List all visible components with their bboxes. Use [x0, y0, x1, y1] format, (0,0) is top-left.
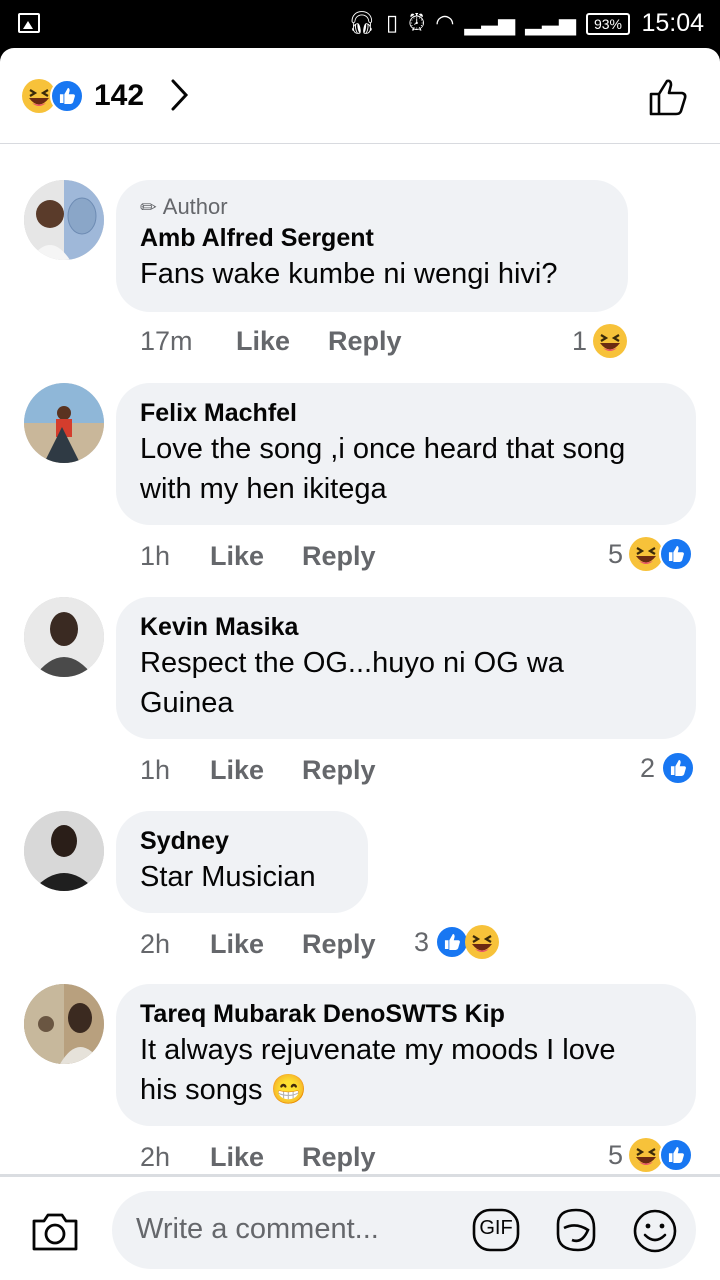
comment-reactions[interactable]: 5	[608, 1138, 694, 1172]
avatar[interactable]	[24, 811, 104, 891]
haha-reaction-icon	[629, 537, 664, 571]
reaction-count: 5	[608, 538, 624, 569]
comment-time[interactable]: 2h	[140, 929, 210, 960]
reply-button[interactable]: Reply	[302, 1142, 412, 1173]
haha-reaction-icon	[593, 324, 628, 358]
comment-text: Love the song ,i once heard that song	[140, 433, 626, 465]
comment-text: his songs 😁	[140, 1074, 307, 1106]
comment-text: It always rejuvenate my moods I love	[140, 1034, 616, 1066]
comment-bubble[interactable]: Felix Machfel Love the song ,i once hear…	[116, 383, 696, 525]
like-button[interactable]: Like	[210, 929, 302, 960]
alarm-icon: ⏰︎	[408, 11, 426, 36]
comment-actions: 1h Like Reply	[140, 541, 412, 572]
avatar[interactable]	[24, 180, 104, 260]
reply-button[interactable]: Reply	[302, 929, 412, 960]
thumbs-up-icon[interactable]	[648, 76, 690, 118]
comment-bubble[interactable]: Sydney Star Musician	[116, 811, 368, 913]
comment-input[interactable]	[136, 1209, 466, 1249]
comment-text: Fans wake kumbe ni wengi hivi?	[140, 258, 558, 290]
reaction-count: 5	[608, 1139, 624, 1170]
reaction-count: 1	[572, 325, 588, 356]
author-badge-label: Author	[162, 194, 228, 219]
comment-time[interactable]: 1h	[140, 755, 210, 786]
comment-reactions[interactable]: 5	[608, 537, 694, 571]
author-badge: ✏︎ Author	[140, 194, 604, 220]
signal-icon: ▂▃▅	[525, 11, 576, 36]
comment-text: with my hen ikitega	[140, 473, 387, 505]
camera-icon[interactable]	[30, 1209, 80, 1253]
battery-indicator: 93%	[586, 13, 630, 35]
commenter-name[interactable]: Sydney	[140, 825, 344, 857]
comment-composer: GIF	[0, 1174, 720, 1280]
comment-time[interactable]: 17m	[140, 326, 210, 357]
gallery-icon	[18, 13, 40, 33]
comment-actions: 17m Like Reply	[140, 326, 438, 357]
comment-reactions[interactable]: 3	[414, 925, 500, 959]
chevron-right-icon[interactable]	[170, 78, 190, 112]
comment-bubble[interactable]: Kevin Masika Respect the OG...huyo ni OG…	[116, 597, 696, 739]
reply-button[interactable]: Reply	[328, 326, 438, 357]
reaction-count: 3	[414, 926, 430, 957]
commenter-name[interactable]: Tareq Mubarak DenoSWTS Kip	[140, 998, 672, 1030]
like-button[interactable]: Like	[236, 326, 328, 357]
like-button[interactable]: Like	[210, 541, 302, 572]
gif-button[interactable]: GIF	[472, 1208, 520, 1252]
reaction-total: 142	[94, 79, 145, 112]
clock: 15:04	[641, 9, 704, 37]
commenter-name[interactable]: Kevin Masika	[140, 611, 672, 643]
haha-reaction-icon	[465, 925, 500, 959]
status-icons: 🎧︎ ▯ ⏰︎ ◠ ▂▃▅ ▂▃▅ 93%	[348, 10, 630, 38]
comment-bubble[interactable]: ✏︎ Author Amb Alfred Sergent Fans wake k…	[116, 180, 628, 312]
comment-actions: 2h Like Reply	[140, 1142, 412, 1173]
emoji-icon[interactable]	[632, 1208, 678, 1254]
commenter-name[interactable]: Felix Machfel	[140, 397, 672, 429]
like-button[interactable]: Like	[210, 1142, 302, 1173]
like-button[interactable]: Like	[210, 755, 302, 786]
reply-button[interactable]: Reply	[302, 755, 412, 786]
comment-text: Star Musician	[140, 861, 316, 893]
reactions-summary[interactable]: 142	[22, 78, 144, 114]
commenter-name[interactable]: Amb Alfred Sergent	[140, 222, 604, 254]
avatar[interactable]	[24, 597, 104, 677]
comment-text: Guinea	[140, 687, 234, 719]
like-reaction-icon	[50, 79, 84, 113]
pencil-icon: ✏︎	[140, 196, 157, 219]
comment-time[interactable]: 2h	[140, 1142, 210, 1173]
sticker-icon[interactable]	[552, 1206, 600, 1254]
comment-actions: 2h Like Reply	[140, 929, 412, 960]
gif-label: GIF	[479, 1217, 513, 1239]
like-reaction-icon	[659, 1138, 694, 1172]
headphones-icon: 🎧︎	[348, 11, 376, 36]
signal-icon: ▂▃▅	[464, 11, 516, 36]
haha-reaction-icon	[629, 1138, 664, 1172]
reactions-header: 142	[0, 48, 720, 144]
comments-sheet: 142 ✏︎ Author Amb Alfred Sergent Fans wa…	[0, 48, 720, 1280]
comment-reactions[interactable]: 1	[572, 324, 628, 358]
wifi-icon: ◠	[435, 11, 455, 36]
reaction-count: 2	[640, 752, 656, 783]
like-reaction-icon	[659, 537, 694, 571]
vibrate-icon: ▯	[385, 11, 399, 36]
status-bar: 🎧︎ ▯ ⏰︎ ◠ ▂▃▅ ▂▃▅ 93% 15:04	[0, 0, 720, 48]
avatar[interactable]	[24, 984, 104, 1064]
comment-input-container: GIF	[112, 1191, 696, 1269]
comment-time[interactable]: 1h	[140, 541, 210, 572]
comment-reactions[interactable]: 2	[640, 751, 696, 785]
like-reaction-icon	[661, 751, 696, 785]
comment-bubble[interactable]: Tareq Mubarak DenoSWTS Kip It always rej…	[116, 984, 696, 1126]
avatar[interactable]	[24, 383, 104, 463]
comment-actions: 1h Like Reply	[140, 755, 412, 786]
reply-button[interactable]: Reply	[302, 541, 412, 572]
comment-text: Respect the OG...huyo ni OG wa	[140, 647, 564, 679]
like-reaction-icon	[435, 925, 470, 959]
